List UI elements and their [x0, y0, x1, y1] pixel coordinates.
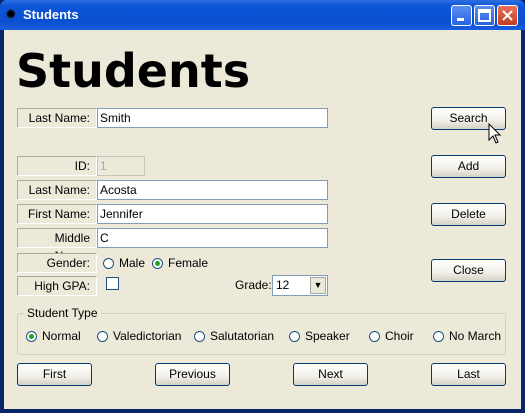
radio-circle-selected — [152, 257, 163, 269]
grade-label: Grade: — [235, 278, 272, 292]
first-name-label: First Name: — [17, 204, 97, 224]
radio-circle — [369, 330, 380, 342]
first-button[interactable]: First — [17, 363, 92, 386]
type-normal-radio[interactable]: Normal — [26, 328, 81, 344]
window-title: Students — [23, 7, 79, 22]
student-type-title: Student Type — [24, 306, 101, 320]
radio-circle — [194, 330, 205, 342]
page-title: Students — [16, 44, 251, 98]
type-valedictorian-label: Valedictorian — [113, 329, 182, 343]
students-window: ✹ Students Students Last Name: Smith Sea… — [0, 0, 525, 413]
radio-circle — [289, 330, 300, 342]
search-last-name-label: Last Name: — [17, 108, 97, 128]
type-no-march-label: No March — [449, 329, 502, 343]
close-icon — [502, 10, 513, 21]
previous-button[interactable]: Previous — [155, 363, 230, 386]
grade-select[interactable]: 12 ▼ — [272, 275, 328, 296]
form-client-area: Students Last Name: Smith Search ID: 1 A… — [4, 30, 521, 409]
close-button[interactable]: Close — [431, 259, 506, 282]
gear-icon: ✹ — [5, 6, 17, 22]
grade-value: 12 — [276, 278, 290, 292]
maximize-icon — [478, 9, 491, 22]
last-button[interactable]: Last — [431, 363, 506, 386]
search-last-name-input[interactable]: Smith — [97, 108, 328, 128]
high-gpa-label: High GPA: — [17, 276, 97, 296]
gender-male-label: Male — [119, 256, 146, 270]
type-no-march-radio[interactable]: No March — [433, 328, 501, 344]
type-salutatorian-radio[interactable]: Salutatorian — [194, 328, 274, 344]
close-window-button[interactable] — [497, 5, 518, 26]
id-label: ID: — [17, 156, 97, 176]
chevron-down-icon[interactable]: ▼ — [310, 277, 326, 294]
type-normal-label: Normal — [42, 329, 81, 343]
high-gpa-checkbox[interactable] — [106, 277, 119, 290]
type-speaker-label: Speaker — [305, 329, 350, 343]
type-salutatorian-label: Salutatorian — [210, 329, 275, 343]
gender-label: Gender: — [17, 253, 97, 273]
next-button[interactable]: Next — [293, 363, 368, 386]
radio-circle — [433, 330, 444, 342]
id-field: 1 — [97, 156, 145, 176]
delete-button[interactable]: Delete — [431, 203, 506, 226]
type-choir-label: Choir — [385, 329, 414, 343]
maximize-button[interactable] — [474, 5, 495, 26]
radio-circle — [103, 257, 114, 269]
mouse-pointer-icon — [488, 123, 502, 144]
gender-male-radio[interactable]: Male — [103, 255, 145, 271]
minimize-button[interactable] — [451, 5, 472, 26]
gender-female-label: Female — [168, 256, 209, 270]
gender-female-radio[interactable]: Female — [152, 255, 208, 271]
radio-circle — [97, 330, 108, 342]
title-bar[interactable]: ✹ Students — [0, 0, 525, 30]
type-valedictorian-radio[interactable]: Valedictorian — [97, 328, 181, 344]
minimize-icon — [457, 18, 464, 21]
first-name-field[interactable]: Jennifer — [97, 204, 328, 224]
middle-name-label: Middle Name: — [17, 228, 97, 263]
middle-name-field[interactable]: C — [97, 228, 328, 248]
type-speaker-radio[interactable]: Speaker — [289, 328, 350, 344]
last-name-field[interactable]: Acosta — [97, 180, 328, 200]
add-button[interactable]: Add — [431, 155, 506, 178]
type-choir-radio[interactable]: Choir — [369, 328, 414, 344]
last-name-label: Last Name: — [17, 180, 97, 200]
radio-circle-selected — [26, 330, 37, 342]
